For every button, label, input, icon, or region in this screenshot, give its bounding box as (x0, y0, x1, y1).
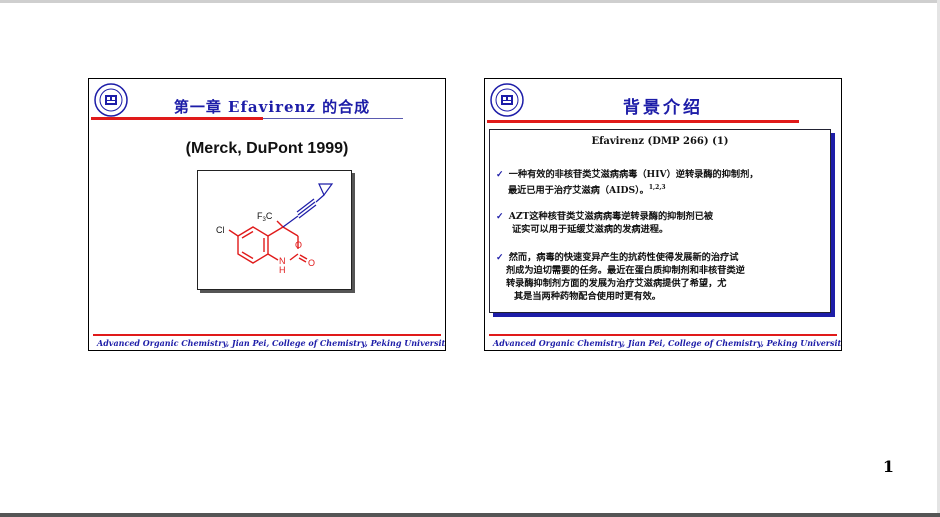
slide-footer: Advanced Organic Chemistry, Jian Pei, Co… (97, 338, 446, 348)
bullet-text: 最近已用于治疗艾滋病（AIDS）。 (508, 185, 649, 197)
checkmark-icon: ✓ (496, 169, 504, 180)
bullet-item: ✓ AZT这种核苷类艾滋病病毒逆转录酶的抑制剂已被 证实可以用于延缓艾滋病的发病进… (496, 210, 822, 236)
panel-heading: Efavirenz (DMP 266) (1) (591, 136, 729, 147)
cyclopropyl-ring (318, 183, 334, 197)
bullet-text: 剂成为迫切需要的任务。最近在蛋白质抑制剂和非核苷类逆 (506, 265, 745, 276)
slide-subtitle: (Merck, DuPont 1999) (185, 140, 349, 157)
footer-rule (489, 334, 837, 336)
slide-thumbnail-1[interactable]: 第一章 Efavirenz 的合成 (Merck, DuPont 1999) C… (88, 78, 446, 351)
checkmark-icon: ✓ (496, 211, 504, 222)
slide-thumbnail-2[interactable]: 背景介绍 Efavirenz (DMP 266) (1) ✓ 一种有效的非核苷类艾… (484, 78, 842, 351)
page-top-border (0, 0, 940, 3)
title-rule-red (91, 117, 263, 120)
chlorine-label: Cl (216, 225, 225, 235)
trifluoromethyl-label: F3C (257, 211, 273, 223)
slide-title: 第一章 Efavirenz 的合成 (173, 98, 371, 116)
bullet-text: 转录酶抑制剂方面的发展为治疗艾滋病提供了希望，尤 (506, 278, 727, 289)
bullet-text: 然而，病毒的快速变异产生的抗药性使得发展新的治疗试 (508, 252, 739, 263)
bullet-text: 一种有效的非核苷类艾滋病病毒（HIV）逆转录酶的抑制剂， (508, 169, 759, 180)
bullet-text: 其是当两种药物配合使用时更有效。 (514, 291, 661, 302)
title-rule-blue (263, 118, 403, 119)
bullet-text: AZT这种核苷类艾滋病病毒逆转录酶的抑制剂已被 (508, 211, 714, 222)
ring-oxygen-label: O (295, 240, 302, 250)
university-seal-icon (94, 83, 128, 117)
carbonyl-oxygen-label: O (308, 258, 315, 268)
reference-superscript: 1,2,3 (648, 184, 666, 191)
title-rule-red (487, 120, 799, 123)
footer-rule (93, 334, 441, 336)
slide-footer: Advanced Organic Chemistry, Jian Pei, Co… (493, 338, 842, 348)
page-bottom-border (0, 513, 940, 517)
hydrogen-label: H (279, 265, 286, 275)
efavirenz-structure: Cl F3C N H O O (197, 170, 352, 290)
slide-title: 背景介绍 (623, 98, 703, 118)
efavirenz-molecule-diagram: Cl F3C N H O O (216, 183, 334, 275)
checkmark-icon: ✓ (496, 252, 504, 263)
page-number: 1 (882, 457, 894, 476)
bullet-text: 证实可以用于延缓艾滋病的发病进程。 (512, 224, 669, 235)
bullet-item: ✓ 然而，病毒的快速变异产生的抗药性使得发展新的治疗试 剂成为迫切需要的任务。最近… (496, 251, 822, 303)
bullet-item: ✓ 一种有效的非核苷类艾滋病病毒（HIV）逆转录酶的抑制剂， 最近已用于治疗艾滋病… (496, 168, 822, 197)
content-panel: Efavirenz (DMP 266) (1) ✓ 一种有效的非核苷类艾滋病病毒（… (489, 129, 831, 313)
